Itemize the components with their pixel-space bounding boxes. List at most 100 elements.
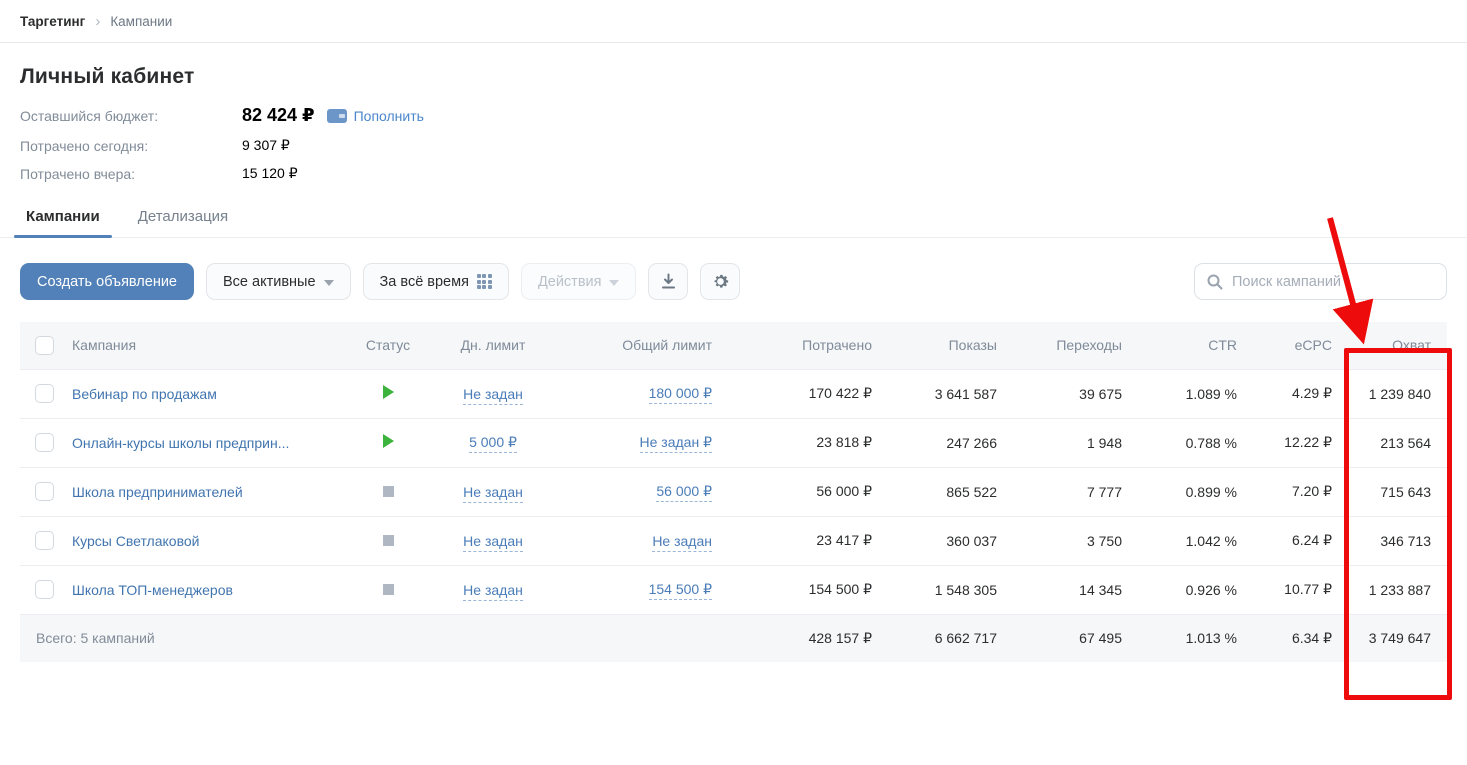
impressions-cell: 360 037 xyxy=(888,516,1013,565)
col-impressions[interactable]: Показы xyxy=(888,322,1013,369)
download-icon xyxy=(660,273,677,290)
reach-cell: 715 643 xyxy=(1348,467,1447,516)
ctr-cell: 1.089 % xyxy=(1138,369,1253,418)
page-title: Личный кабинет xyxy=(20,65,1447,89)
tab-bar: Кампании Детализация xyxy=(0,200,1467,238)
tab-details[interactable]: Детализация xyxy=(132,200,235,237)
clicks-cell: 14 345 xyxy=(1013,565,1138,614)
campaign-link[interactable]: Школа предпринимателей xyxy=(72,484,243,500)
row-checkbox[interactable] xyxy=(35,482,54,501)
search-box[interactable] xyxy=(1194,263,1447,300)
actions-dropdown[interactable]: Действия xyxy=(521,263,637,300)
campaign-link[interactable]: Онлайн-курсы школы предприн... xyxy=(72,435,289,451)
tab-campaigns[interactable]: Кампании xyxy=(20,200,106,237)
total-ctr: 1.013 % xyxy=(1138,614,1253,662)
stat-label: Оставшийся бюджет: xyxy=(20,108,242,124)
row-checkbox[interactable] xyxy=(35,580,54,599)
gear-icon xyxy=(711,272,730,291)
day-limit-link[interactable]: Не задан xyxy=(463,582,523,601)
col-ctr[interactable]: CTR xyxy=(1138,322,1253,369)
table-total-row: Всего: 5 кампаний 428 157 ₽ 6 662 717 67… xyxy=(20,614,1447,662)
day-limit-link[interactable]: Не задан xyxy=(463,386,523,405)
day-limit-link[interactable]: Не задан xyxy=(463,533,523,552)
table-row: Школа предпринимателей Не задан 56 000 ₽… xyxy=(20,467,1447,516)
total-limit-link[interactable]: 56 000 ₽ xyxy=(656,483,712,502)
day-limit-link[interactable]: Не задан xyxy=(463,484,523,503)
remaining-budget-value: 82 424 ₽ xyxy=(242,105,315,126)
chevron-down-icon xyxy=(609,280,619,286)
ecpc-cell: 12.22 ₽ xyxy=(1253,418,1348,467)
impressions-cell: 3 641 587 xyxy=(888,369,1013,418)
clicks-cell: 1 948 xyxy=(1013,418,1138,467)
col-day-limit[interactable]: Дн. лимит xyxy=(428,322,558,369)
status-stop-icon xyxy=(383,535,394,546)
row-checkbox[interactable] xyxy=(35,531,54,550)
search-input[interactable] xyxy=(1232,274,1434,290)
stat-spent-yesterday: Потрачено вчера: 15 120 ₽ xyxy=(20,165,1447,182)
campaign-link[interactable]: Курсы Светлаковой xyxy=(72,533,199,549)
table-row: Онлайн-курсы школы предприн... 5 000 ₽ Н… xyxy=(20,418,1447,467)
col-clicks[interactable]: Переходы xyxy=(1013,322,1138,369)
total-clicks: 67 495 xyxy=(1013,614,1138,662)
actions-label: Действия xyxy=(538,274,602,290)
breadcrumb-campaigns: Кампании xyxy=(110,14,172,29)
ecpc-cell: 10.77 ₽ xyxy=(1253,565,1348,614)
period-filter-dropdown[interactable]: За всё время xyxy=(363,263,509,300)
chevron-down-icon xyxy=(324,280,334,286)
ctr-cell: 0.926 % xyxy=(1138,565,1253,614)
impressions-cell: 247 266 xyxy=(888,418,1013,467)
wallet-icon xyxy=(327,109,347,123)
export-button[interactable] xyxy=(648,263,688,300)
stat-spent-today: Потрачено сегодня: 9 307 ₽ xyxy=(20,137,1447,154)
campaign-link[interactable]: Вебинар по продажам xyxy=(72,386,217,402)
col-ecpc[interactable]: eCPC xyxy=(1253,322,1348,369)
spent-cell: 56 000 ₽ xyxy=(728,467,888,516)
calendar-grid-icon xyxy=(477,274,492,289)
total-limit-link[interactable]: 154 500 ₽ xyxy=(649,581,712,600)
select-all-checkbox[interactable] xyxy=(35,336,54,355)
col-status[interactable]: Статус xyxy=(348,322,428,369)
table-row: Школа ТОП-менеджеров Не задан 154 500 ₽ … xyxy=(20,565,1447,614)
reach-cell: 1 239 840 xyxy=(1348,369,1447,418)
table-row: Вебинар по продажам Не задан 180 000 ₽ 1… xyxy=(20,369,1447,418)
budget-stats: Оставшийся бюджет: 82 424 ₽ Пополнить По… xyxy=(20,105,1447,182)
chevron-right-icon: › xyxy=(95,13,100,30)
breadcrumb-targeting[interactable]: Таргетинг xyxy=(20,14,85,29)
spent-yesterday-value: 15 120 ₽ xyxy=(242,165,298,182)
settings-button[interactable] xyxy=(700,263,740,300)
day-limit-link[interactable]: 5 000 ₽ xyxy=(469,434,517,453)
ecpc-cell: 4.29 ₽ xyxy=(1253,369,1348,418)
campaigns-table: Кампания Статус Дн. лимит Общий лимит По… xyxy=(20,322,1447,662)
ecpc-cell: 7.20 ₽ xyxy=(1253,467,1348,516)
total-spent: 428 157 ₽ xyxy=(728,614,888,662)
search-icon xyxy=(1207,274,1223,290)
total-reach: 3 749 647 xyxy=(1348,614,1447,662)
status-filter-dropdown[interactable]: Все активные xyxy=(206,263,351,300)
col-total-limit[interactable]: Общий лимит xyxy=(558,322,728,369)
stat-label: Потрачено вчера: xyxy=(20,166,242,182)
col-campaign[interactable]: Кампания xyxy=(68,322,348,369)
clicks-cell: 39 675 xyxy=(1013,369,1138,418)
col-spent[interactable]: Потрачено xyxy=(728,322,888,369)
total-limit-link[interactable]: Не задан ₽ xyxy=(640,434,712,453)
total-limit-link[interactable]: 180 000 ₽ xyxy=(649,385,712,404)
spent-cell: 23 417 ₽ xyxy=(728,516,888,565)
top-up-link[interactable]: Пополнить xyxy=(354,108,424,124)
impressions-cell: 1 548 305 xyxy=(888,565,1013,614)
create-ad-button[interactable]: Создать объявление xyxy=(20,263,194,300)
spent-cell: 23 818 ₽ xyxy=(728,418,888,467)
clicks-cell: 3 750 xyxy=(1013,516,1138,565)
col-reach[interactable]: Охват xyxy=(1348,322,1447,369)
status-filter-label: Все активные xyxy=(223,274,316,290)
row-checkbox[interactable] xyxy=(35,384,54,403)
stat-remaining-budget: Оставшийся бюджет: 82 424 ₽ Пополнить xyxy=(20,105,1447,126)
campaign-link[interactable]: Школа ТОП-менеджеров xyxy=(72,582,233,598)
breadcrumb: Таргетинг › Кампании xyxy=(0,0,1467,43)
reach-cell: 1 233 887 xyxy=(1348,565,1447,614)
spent-today-value: 9 307 ₽ xyxy=(242,137,290,154)
clicks-cell: 7 777 xyxy=(1013,467,1138,516)
row-checkbox[interactable] xyxy=(35,433,54,452)
total-limit-link[interactable]: Не задан xyxy=(652,533,712,552)
spent-cell: 170 422 ₽ xyxy=(728,369,888,418)
status-play-icon xyxy=(383,385,394,399)
